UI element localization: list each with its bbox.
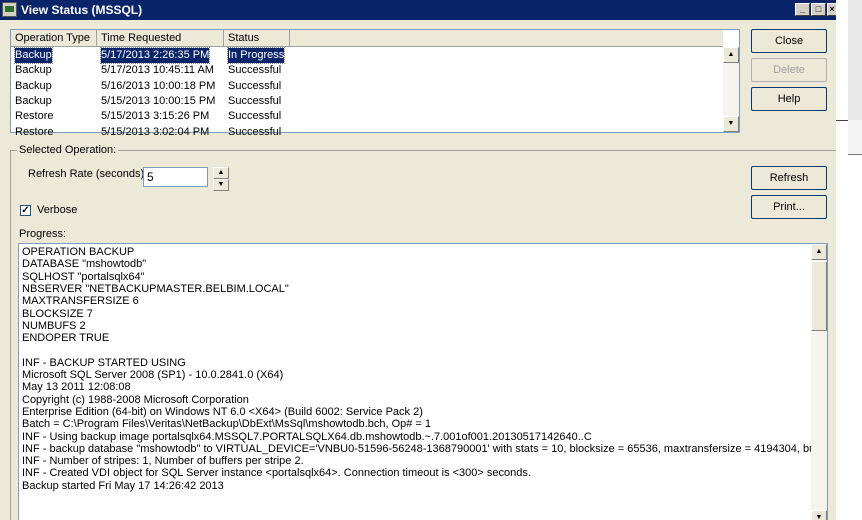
cell-time: 5/17/2013 2:26:35 PM [99,47,211,64]
cell-type: Restore [15,110,54,123]
cell-time: 5/15/2013 10:00:15 PM [101,94,216,107]
close-window-button[interactable]: × [827,3,836,16]
verbose-checkbox[interactable]: ✓ [20,205,31,216]
operations-scrollbar[interactable]: ▲ ▼ [723,47,739,132]
progress-scrollbar[interactable]: ▲ ▼ [811,244,827,520]
log-line: NUMBUFS 2 [22,319,86,332]
progress-log[interactable]: OPERATION BACKUP DATABASE "mshowtodb" SQLH… [18,243,828,520]
progress-label: Progress: [19,228,67,240]
maximize-button[interactable]: □ [811,3,826,16]
arrow-down-icon[interactable]: ▼ [723,116,739,132]
log-line: Enterprise Edition (64-bit) on Windows N… [22,405,423,418]
arrow-down-icon[interactable]: ▼ [213,179,229,191]
cell-type: Backup [15,79,52,92]
log-line: INF - Number of stripes: 1, Number of bu… [22,455,304,468]
cell-type: Backup [15,94,52,107]
app-icon [2,2,17,17]
log-line: Copyright (c) 1988-2008 Microsoft Corpor… [22,393,249,406]
log-line: NBSERVER "NETBACKUPMASTER.BELBIM.LOCAL" [22,282,289,295]
cell-status: Successful [228,110,282,123]
log-line: Backup started Fri May 17 14:26:42 2013 [22,479,224,492]
cell-status: In Progress [226,47,286,64]
help-button[interactable]: Help [751,87,827,111]
log-line: DATABASE "mshowtodb" [22,258,147,271]
cell-type: Restore [15,125,54,138]
background-panel [848,120,862,155]
cell-type: Backup [15,64,52,77]
table-row[interactable]: Backup 5/16/2013 10:00:18 PM Successful [11,79,723,94]
log-line: INF - Created VDI object for SQL Server … [22,467,531,480]
background-strip [848,0,862,120]
refresh-button[interactable]: Refresh [751,166,827,190]
cell-status: Successful [228,79,282,92]
cell-time: 5/15/2013 3:02:04 PM [101,125,210,138]
cell-status: Successful [228,64,282,77]
cell-status: Successful [228,125,282,138]
table-row[interactable]: Backup 5/17/2013 2:26:35 PM In Progress [11,47,723,64]
verbose-label[interactable]: Verbose [37,204,77,216]
table-row[interactable]: Restore 5/15/2013 3:15:26 PM Successful [11,109,723,124]
refresh-rate-input[interactable]: 5 [143,167,208,187]
list-header: Operation Type Time Requested Status [11,30,723,47]
log-line: INF - BACKUP STARTED USING [22,356,186,369]
refresh-rate-label: Refresh Rate (seconds): [28,168,148,180]
arrow-up-icon[interactable]: ▲ [723,47,739,63]
cell-time: 5/17/2013 10:45:11 AM [101,64,214,77]
column-header-time-requested[interactable]: Time Requested [97,30,224,47]
log-line: OPERATION BACKUP [22,246,135,258]
window-title: View Status (MSSQL) [21,3,143,17]
cell-time: 5/16/2013 10:00:18 PM [101,79,216,92]
selected-operation-label: Selected Operation: [17,144,119,156]
table-row[interactable]: Backup 5/17/2013 10:45:11 AM Successful [11,63,723,78]
log-line: ENDOPER TRUE [22,332,110,345]
background-window-edge [836,0,862,520]
cell-time: 5/15/2013 3:15:26 PM [101,110,210,123]
arrow-down-icon[interactable]: ▼ [811,510,827,520]
column-header-filler [290,30,723,47]
log-line: INF - backup database "mshowtodb" to VIR… [22,442,828,455]
print-button[interactable]: Print... [751,195,827,219]
view-status-window: View Status (MSSQL) _ □ × Operation Type… [0,0,836,520]
log-line: Batch = C:\Program Files\Veritas\NetBack… [22,418,432,431]
title-bar[interactable]: View Status (MSSQL) _ □ × [0,0,836,20]
scroll-thumb[interactable] [811,261,827,331]
operations-list[interactable]: Operation Type Time Requested Status Bac… [10,29,740,138]
table-row[interactable]: Backup 5/15/2013 10:00:15 PM Successful [11,94,723,109]
log-line: MAXTRANSFERSIZE 6 [22,295,139,308]
table-row[interactable]: Restore 5/15/2013 3:02:04 PM Successful [11,125,723,140]
cell-type: Backup [14,47,53,64]
log-line: BLOCKSIZE 7 [22,307,93,320]
log-line: INF - Using backup image portalsqlx64.MS… [22,430,592,443]
arrow-up-icon[interactable]: ▲ [213,167,229,179]
checkmark-icon: ✓ [21,205,30,216]
log-line: SQLHOST "portalsqlx64" [22,270,145,283]
cell-status: Successful [228,94,282,107]
column-header-operation-type[interactable]: Operation Type [11,30,97,47]
log-line: May 13 2011 12:08:08 [22,381,131,394]
arrow-up-icon[interactable]: ▲ [811,244,827,260]
minimize-button[interactable]: _ [795,3,810,16]
close-button[interactable]: Close [751,29,827,53]
column-header-status[interactable]: Status [224,30,290,47]
log-line: Microsoft SQL Server 2008 (SP1) - 10.0.2… [22,369,284,381]
delete-button[interactable]: Delete [751,58,827,82]
